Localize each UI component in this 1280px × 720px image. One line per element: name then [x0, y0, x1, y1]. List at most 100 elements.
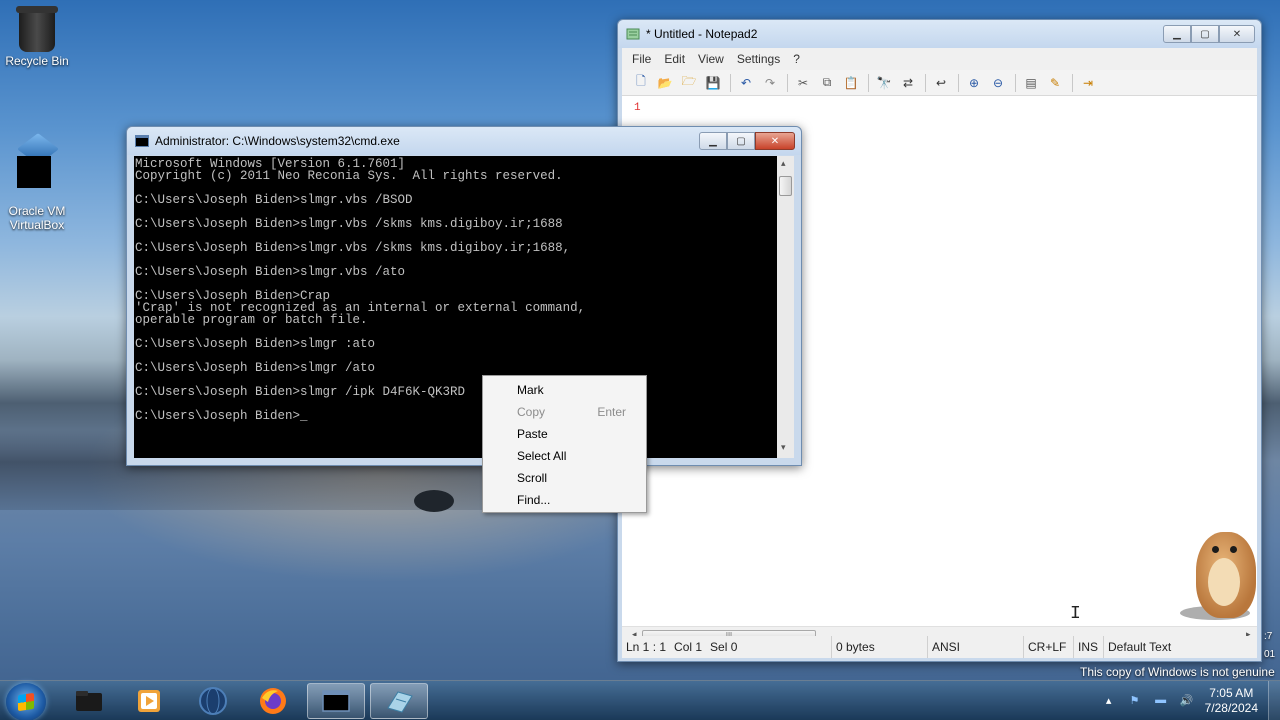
- menu-file[interactable]: File: [632, 52, 651, 66]
- vertical-scrollbar[interactable]: ▴ ▾: [777, 156, 794, 458]
- status-size: 0 bytes: [832, 636, 928, 658]
- menu-item-label: Find...: [517, 493, 551, 507]
- menu-item-label: Paste: [517, 427, 548, 441]
- window-title: Administrator: C:\Windows\system32\cmd.e…: [155, 134, 400, 148]
- line-number: 1: [634, 102, 641, 114]
- menu-item-select-all[interactable]: Select All: [483, 445, 646, 467]
- scrollbar-thumb[interactable]: [779, 176, 792, 196]
- close-icon: ✕: [1232, 28, 1242, 40]
- toolbar: 🗋 📂 🗁 💾 ↶ ↷ ✂ ⧉ 📋 🔭 ⇄ ↩ ⊕ ⊖ ▤ ✎ ⇥: [622, 70, 1257, 96]
- taskbar-item-firefox[interactable]: [244, 683, 302, 719]
- notepad-icon: [387, 691, 413, 713]
- save-icon[interactable]: 💾: [704, 74, 722, 92]
- menu-item-paste[interactable]: Paste: [483, 423, 646, 445]
- undo-icon[interactable]: ↶: [737, 74, 755, 92]
- toolbar-separator: [1072, 73, 1073, 92]
- notepad-titlebar[interactable]: * Untitled - Notepad2 ▁ ▢ ✕: [618, 20, 1261, 48]
- menu-item-label: Scroll: [517, 471, 548, 485]
- menu-item-find[interactable]: Find...: [483, 489, 646, 511]
- cut-icon[interactable]: ✂: [794, 74, 812, 92]
- media-player-icon: [138, 690, 160, 712]
- globe-icon: [199, 687, 227, 715]
- zoom-out-icon[interactable]: ⊖: [989, 74, 1007, 92]
- desktop-icon-recycle-bin[interactable]: Recycle Bin: [0, 6, 74, 68]
- menu-help[interactable]: ?: [793, 52, 800, 66]
- customize-scheme-icon[interactable]: ✎: [1046, 74, 1064, 92]
- toolbar-separator: [787, 73, 788, 92]
- watermark-fragment: :7: [1264, 631, 1273, 642]
- menu-item-label: Mark: [517, 383, 544, 397]
- start-button[interactable]: [6, 683, 46, 720]
- taskbar-item-media-player[interactable]: [120, 683, 178, 719]
- status-scheme[interactable]: Default Text: [1104, 636, 1224, 658]
- hamster-mascot[interactable]: [1178, 512, 1262, 622]
- replace-icon[interactable]: ⇄: [899, 74, 917, 92]
- menubar: File Edit View Settings ?: [622, 48, 1257, 70]
- clock-date: 7/28/2024: [1204, 701, 1258, 715]
- menu-item-mark[interactable]: Mark: [483, 379, 646, 401]
- menu-item-scroll[interactable]: Scroll: [483, 467, 646, 489]
- taskbar: ▴ ⚑ ▬ 🔊 7:05 AM 7/28/2024: [0, 680, 1280, 720]
- menu-settings[interactable]: Settings: [737, 52, 780, 66]
- scroll-down-icon[interactable]: ▾: [781, 442, 786, 453]
- network-icon[interactable]: ▬: [1153, 694, 1169, 708]
- taskbar-item-globe[interactable]: [184, 683, 242, 719]
- cmd-titlebar[interactable]: Administrator: C:\Windows\system32\cmd.e…: [127, 127, 801, 155]
- folder-icon: [76, 691, 102, 711]
- zoom-in-icon[interactable]: ⊕: [965, 74, 983, 92]
- status-mode: INS: [1074, 636, 1104, 658]
- desktop-icon-label: Recycle Bin: [5, 54, 69, 68]
- console-text: Microsoft Windows [Version 6.1.7601] Cop…: [135, 157, 586, 423]
- paste-icon[interactable]: 📋: [842, 74, 860, 92]
- scroll-up-icon[interactable]: ▴: [781, 158, 786, 169]
- taskbar-item-cmd[interactable]: [307, 683, 365, 719]
- status-encoding[interactable]: ANSI: [928, 636, 1024, 658]
- exit-icon[interactable]: ⇥: [1079, 74, 1097, 92]
- toolbar-separator: [958, 73, 959, 92]
- toolbar-separator: [868, 73, 869, 92]
- menu-item-label: Copy: [517, 405, 546, 419]
- notepad-app-icon: [626, 28, 640, 40]
- recycle-bin-icon: [16, 6, 58, 52]
- close-button[interactable]: ✕: [1219, 25, 1255, 43]
- menu-view[interactable]: View: [698, 52, 724, 66]
- maximize-button[interactable]: ▢: [727, 132, 755, 150]
- find-icon[interactable]: 🔭: [875, 74, 893, 92]
- menu-item-accelerator: Enter: [597, 405, 626, 419]
- clock[interactable]: 7:05 AM 7/28/2024: [1205, 686, 1258, 716]
- minimize-button[interactable]: ▁: [1163, 25, 1191, 43]
- close-icon: ✕: [770, 135, 780, 147]
- console-output[interactable]: Microsoft Windows [Version 6.1.7601] Cop…: [134, 156, 777, 458]
- menu-edit[interactable]: Edit: [664, 52, 685, 66]
- status-position: Ln 1 : 1 Col 1 Sel 0: [622, 636, 832, 658]
- hamster-eye: [1212, 546, 1219, 553]
- word-wrap-icon[interactable]: ↩: [932, 74, 950, 92]
- browse-icon[interactable]: 🗁: [680, 74, 698, 92]
- hamster-eye: [1230, 546, 1237, 553]
- toolbar-separator: [925, 73, 926, 92]
- show-hidden-icons-icon[interactable]: ▴: [1101, 694, 1117, 708]
- volume-icon[interactable]: 🔊: [1179, 694, 1195, 708]
- minimize-button[interactable]: ▁: [699, 132, 727, 150]
- taskbar-item-notepad2[interactable]: [370, 683, 428, 719]
- clock-time: 7:05 AM: [1209, 686, 1254, 700]
- scheme-icon[interactable]: ▤: [1022, 74, 1040, 92]
- not-genuine-watermark: This copy of Windows is not genuine: [1080, 665, 1275, 679]
- redo-icon[interactable]: ↷: [761, 74, 779, 92]
- menu-item-copy: Copy Enter: [483, 401, 646, 423]
- taskbar-item-explorer[interactable]: [60, 683, 118, 719]
- cmd-window[interactable]: Administrator: C:\Windows\system32\cmd.e…: [126, 126, 802, 466]
- open-folder-icon[interactable]: 📂: [656, 74, 674, 92]
- maximize-button[interactable]: ▢: [1191, 25, 1219, 43]
- close-button[interactable]: ✕: [755, 132, 795, 150]
- action-center-icon[interactable]: ⚑: [1127, 694, 1143, 708]
- status-eol[interactable]: CR+LF: [1024, 636, 1074, 658]
- status-col: Col 1: [674, 640, 703, 654]
- show-desktop-button[interactable]: [1268, 681, 1280, 720]
- new-file-icon[interactable]: 🗋: [632, 74, 650, 92]
- desktop-icon-virtualbox[interactable]: Oracle VM VirtualBox: [0, 122, 74, 246]
- toolbar-separator: [1015, 73, 1016, 92]
- status-sel: Sel 0: [710, 640, 738, 654]
- window-title: * Untitled - Notepad2: [646, 27, 758, 41]
- copy-icon[interactable]: ⧉: [818, 74, 836, 92]
